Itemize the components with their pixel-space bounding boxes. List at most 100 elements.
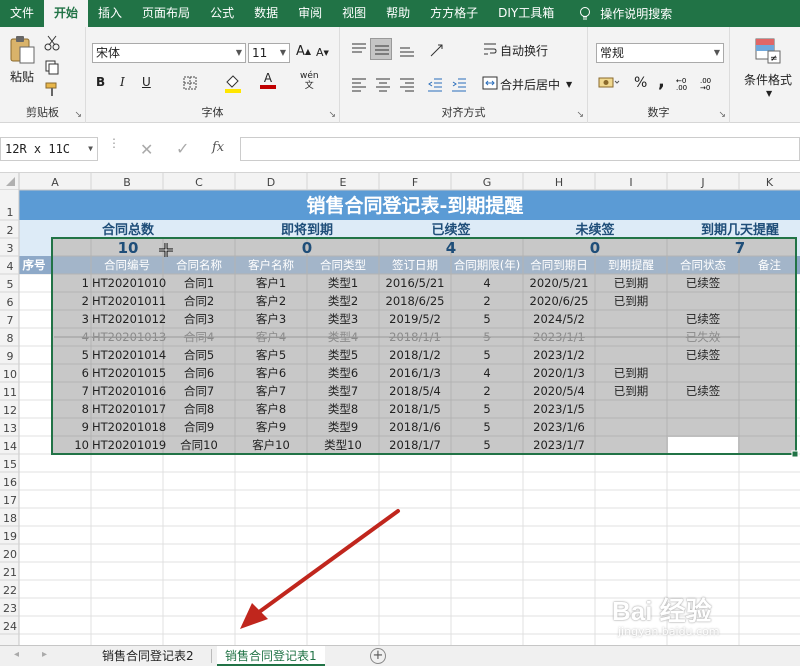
- font-color-button[interactable]: A: [260, 71, 276, 89]
- prev-sheet-icon[interactable]: ◂: [14, 649, 19, 660]
- sheet-tab-2[interactable]: 销售合同登记表1: [217, 646, 325, 666]
- increase-decimal-icon[interactable]: ←0.00: [676, 75, 696, 91]
- menu-tab-9[interactable]: 方方格子: [420, 0, 488, 27]
- insert-function-icon[interactable]: fx: [212, 140, 224, 155]
- underline-button[interactable]: U: [142, 75, 151, 89]
- row-number: 3: [7, 242, 14, 255]
- align-bottom-icon[interactable]: [398, 41, 416, 59]
- table-cell: 5: [483, 438, 490, 452]
- italic-button[interactable]: I: [120, 75, 125, 89]
- table-cell: 类型5: [328, 348, 358, 362]
- formula-input[interactable]: [240, 137, 800, 161]
- row-number: 1: [7, 206, 14, 219]
- grid-svg[interactable]: 销售合同登记表-到期提醒合同总数 即将到期 已续签 未续签 到期几天提醒10 0 4 0 7序号…: [0, 173, 800, 645]
- menu-tab-7[interactable]: 视图: [332, 0, 376, 27]
- table-cell: 合同7: [184, 384, 214, 398]
- menu-tab-1[interactable]: 开始: [44, 0, 89, 27]
- table-cell: HT20201018: [92, 420, 166, 434]
- row-number: 10: [3, 368, 17, 381]
- format-painter-icon[interactable]: [44, 81, 60, 97]
- fill-color-icon[interactable]: [224, 73, 242, 93]
- grip-icon[interactable]: ⋮: [108, 137, 120, 149]
- cut-icon[interactable]: [44, 35, 60, 51]
- percent-button[interactable]: %: [634, 75, 647, 91]
- copy-icon[interactable]: [44, 59, 60, 75]
- sheet-tab-1[interactable]: 销售合同登记表2: [94, 646, 202, 666]
- summary-value: 0: [302, 239, 312, 257]
- currency-icon[interactable]: [598, 75, 620, 91]
- row-number: 4: [7, 260, 14, 273]
- font-launcher-icon[interactable]: ↘: [328, 110, 336, 120]
- table-cell: 4: [483, 366, 490, 380]
- bold-button[interactable]: B: [96, 75, 105, 89]
- column-letter: D: [267, 176, 275, 189]
- orientation-icon[interactable]: [428, 41, 448, 59]
- font-size-select[interactable]: 11 ▼: [248, 43, 290, 63]
- tell-me-search[interactable]: 操作说明搜索: [564, 5, 672, 22]
- number-format-select[interactable]: 常规 ▼: [596, 43, 724, 63]
- alignment-launcher-icon[interactable]: ↘: [576, 110, 584, 120]
- enter-icon[interactable]: ✓: [176, 139, 189, 158]
- table-cell: 客户8: [256, 402, 286, 416]
- lightbulb-icon: [580, 6, 591, 19]
- wrap-text-button[interactable]: 自动换行: [500, 42, 548, 59]
- align-left-icon[interactable]: [350, 75, 368, 93]
- table-cell: HT20201016: [92, 384, 166, 398]
- number-launcher-icon[interactable]: ↘: [718, 110, 726, 120]
- grow-font-button[interactable]: A ▲: [296, 44, 311, 59]
- table-cell: 客户7: [256, 384, 286, 398]
- conditional-format-button[interactable]: 条件格式: [744, 71, 792, 88]
- chevron-down-icon: ▼: [88, 144, 93, 153]
- conditional-format-icon: ≠: [755, 38, 781, 64]
- paste-button[interactable]: 粘贴: [6, 35, 38, 95]
- comma-button[interactable]: ,: [658, 71, 665, 92]
- column-letter: E: [340, 176, 347, 189]
- table-cell: 客户5: [256, 348, 286, 362]
- table-cell: 类型8: [328, 402, 358, 416]
- table-cell: 2024/5/2: [533, 312, 585, 326]
- align-center-icon[interactable]: [374, 75, 392, 93]
- increase-indent-icon[interactable]: [450, 75, 468, 93]
- align-right-icon[interactable]: [398, 75, 416, 93]
- name-box[interactable]: 12R x 11C ▼: [0, 137, 98, 161]
- column-header-label: 签订日期: [392, 258, 438, 272]
- decrease-indent-icon[interactable]: [426, 75, 444, 93]
- menu-tab-10[interactable]: DIY工具箱: [488, 0, 564, 27]
- tab-divider: [211, 649, 212, 663]
- table-cell: 类型3: [328, 312, 358, 326]
- table-cell: 2018/1/5: [389, 402, 441, 416]
- shrink-font-button[interactable]: A ▼: [316, 46, 329, 59]
- clipboard-launcher-icon[interactable]: ↘: [74, 110, 82, 120]
- font-name-select[interactable]: 宋体 ▼: [92, 43, 246, 63]
- table-cell: 已到期: [614, 276, 649, 290]
- table-cell: 合同1: [184, 276, 214, 290]
- menu-tab-8[interactable]: 帮助: [376, 0, 420, 27]
- alignment-group-label: 对齐方式: [441, 106, 486, 119]
- merge-center-button[interactable]: 合并后居中 ▼: [500, 76, 572, 93]
- borders-icon[interactable]: [182, 75, 198, 91]
- menu-tab-0[interactable]: 文件: [0, 0, 44, 27]
- sheet-title: 销售合同登记表-到期提醒: [307, 194, 524, 217]
- svg-text:→0: →0: [700, 84, 710, 91]
- row-number: 15: [3, 458, 17, 471]
- add-sheet-icon[interactable]: +: [370, 648, 386, 664]
- phonetic-button[interactable]: wén 文: [300, 71, 319, 91]
- name-box-value: 12R x 11C: [5, 142, 71, 156]
- align-top-icon[interactable]: [350, 41, 368, 59]
- menu-tab-6[interactable]: 审阅: [288, 0, 332, 27]
- font-name-value: 宋体: [96, 46, 121, 60]
- menu-tab-3[interactable]: 页面布局: [132, 0, 200, 27]
- fill-handle[interactable]: [791, 450, 799, 458]
- next-sheet-icon[interactable]: ▸: [42, 649, 47, 660]
- active-cell[interactable]: [668, 437, 738, 453]
- table-cell: 客户10: [252, 438, 290, 452]
- grow-font-icon: A: [296, 44, 305, 59]
- table-cell: 客户6: [256, 366, 286, 380]
- decrease-decimal-icon[interactable]: .00→0: [700, 75, 720, 91]
- menu-tab-2[interactable]: 插入: [88, 0, 132, 27]
- menu-tab-5[interactable]: 数据: [244, 0, 288, 27]
- worksheet-grid[interactable]: 销售合同登记表-到期提醒 合同总数 即将到期 已续签 未续签 到期几天提醒 10 0 4 0 7 序号…: [0, 173, 800, 645]
- align-middle-button[interactable]: [370, 38, 392, 60]
- menu-tab-4[interactable]: 公式: [200, 0, 244, 27]
- cancel-icon[interactable]: ✕: [140, 140, 153, 159]
